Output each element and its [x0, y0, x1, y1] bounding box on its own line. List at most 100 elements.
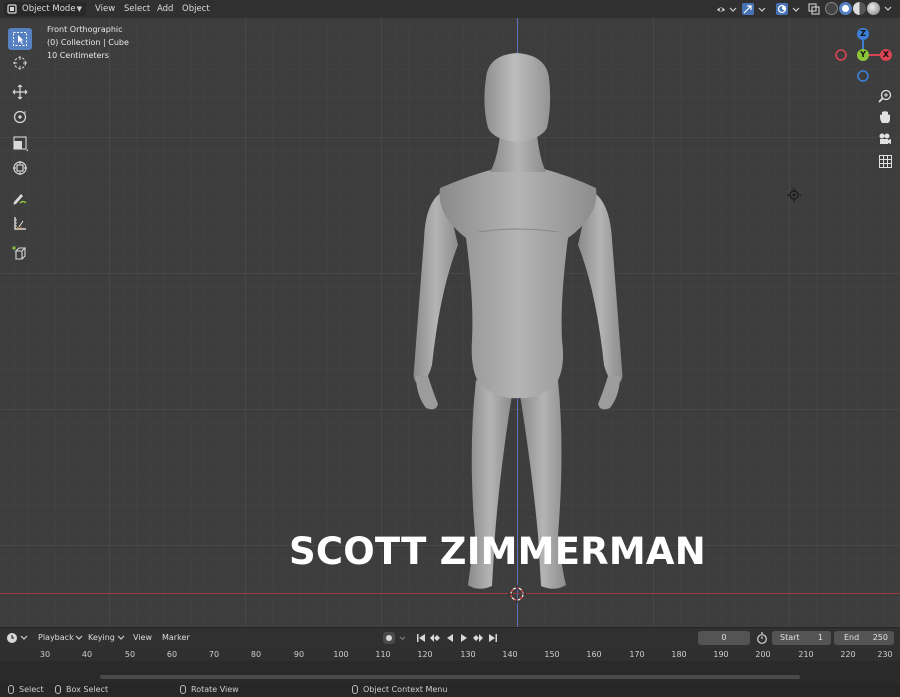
record-button[interactable]	[383, 632, 395, 644]
menu-timeline-view[interactable]: View	[133, 632, 152, 644]
prev-keyframe-button[interactable]	[429, 632, 441, 644]
ruler-tick: 200	[755, 650, 771, 659]
status-select: Select	[8, 684, 44, 696]
gizmo-x-axis[interactable]: X	[880, 49, 892, 61]
grid-scale: 10 Centimeters	[47, 51, 109, 60]
menu-keying[interactable]: Keying	[88, 632, 115, 644]
timeline-header: Playback Keying View Marker 0 Start 1 En…	[0, 627, 900, 648]
mouse-middle-icon	[180, 685, 186, 694]
next-keyframe-icon	[473, 634, 483, 642]
chevron-down-icon	[20, 635, 28, 640]
start-label: Start	[780, 633, 800, 642]
3d-viewport[interactable]: Front Orthographic (0) Collection | Cube…	[0, 18, 900, 627]
ruler-tick: 50	[124, 650, 136, 659]
menu-marker[interactable]: Marker	[162, 632, 190, 644]
ruler-tick: 60	[166, 650, 178, 659]
camera-icon[interactable]	[876, 130, 894, 148]
navigation-gizmo[interactable]: Z Y X	[832, 26, 896, 82]
solid-shading-icon[interactable]	[839, 2, 852, 15]
ruler-tick: 30	[39, 650, 51, 659]
play-reverse-button[interactable]	[444, 632, 456, 644]
menu-view[interactable]: View	[95, 2, 115, 16]
status-rotate-view-label: Rotate View	[191, 685, 239, 694]
overlay-icon[interactable]	[774, 2, 802, 16]
cursor-icon	[13, 56, 27, 70]
move-icon	[12, 84, 28, 100]
light-icon[interactable]	[786, 187, 802, 203]
zoom-icon[interactable]	[876, 87, 894, 105]
measure-icon	[14, 217, 26, 230]
timeline-ruler[interactable]: 30 40 50 60 70 80 90 100 110 120 130 140…	[0, 648, 900, 661]
name-overlay-text: SCOTT ZIMMERMAN	[289, 530, 706, 573]
pan-hand-icon[interactable]	[876, 108, 894, 126]
mouse-left-icon	[8, 685, 14, 694]
shading-options-chevron-icon[interactable]	[882, 2, 894, 16]
status-box-select-label: Box Select	[66, 685, 109, 694]
mouse-drag-icon	[55, 685, 61, 694]
cursor-tool[interactable]	[8, 52, 32, 74]
record-icon	[386, 635, 392, 641]
object-mode-label: Object Mode	[22, 4, 76, 14]
jump-start-button[interactable]	[415, 632, 427, 644]
mouse-right-icon	[352, 685, 358, 694]
status-context-menu-label: Object Context Menu	[363, 685, 448, 694]
status-select-label: Select	[19, 685, 44, 694]
measure-tool[interactable]	[8, 212, 32, 234]
status-bar: Select Box Select Rotate View Object Con…	[0, 683, 900, 697]
rotate-tool[interactable]	[8, 106, 32, 128]
preview-range-stopwatch-icon[interactable]	[756, 632, 768, 644]
current-frame-field[interactable]: 0	[698, 631, 750, 645]
select-box-tool[interactable]	[8, 28, 32, 50]
humanoid-mesh[interactable]	[400, 48, 640, 598]
view-object-types-icon[interactable]	[714, 2, 738, 16]
object-mode-icon	[7, 4, 17, 14]
editor-type-dropdown[interactable]	[6, 631, 30, 645]
gizmo-z-axis[interactable]: Z	[857, 28, 869, 40]
prev-keyframe-icon	[430, 634, 440, 642]
chevron-down-icon: ▼	[76, 5, 82, 13]
timeline-scrollbar[interactable]	[100, 675, 800, 679]
start-value: 1	[817, 633, 823, 642]
transform-icon	[13, 161, 27, 175]
menu-add[interactable]: Add	[157, 2, 173, 16]
jump-end-button[interactable]	[487, 632, 499, 644]
start-frame-field[interactable]: Start 1	[772, 631, 831, 645]
ruler-tick: 220	[840, 650, 856, 659]
move-tool[interactable]	[8, 81, 32, 103]
ruler-tick: 180	[671, 650, 687, 659]
material-shading-icon[interactable]	[853, 2, 866, 15]
chevron-down-icon	[399, 635, 405, 640]
ruler-tick: 210	[798, 650, 814, 659]
rendered-shading-icon[interactable]	[867, 2, 880, 15]
play-reverse-icon	[447, 634, 453, 642]
ruler-tick: 80	[250, 650, 262, 659]
keying-chevron-icon	[117, 635, 125, 640]
clock-icon	[7, 633, 17, 643]
select-box-icon	[13, 32, 27, 46]
keying-set-dropdown[interactable]	[396, 632, 408, 644]
status-box-select: Box Select	[55, 684, 108, 696]
transform-tool[interactable]	[8, 157, 32, 179]
object-mode-dropdown[interactable]: Object Mode ▼	[4, 2, 86, 16]
menu-select[interactable]: Select	[124, 2, 150, 16]
next-keyframe-button[interactable]	[472, 632, 484, 644]
menu-playback[interactable]: Playback	[38, 632, 74, 644]
playback-chevron-icon	[75, 635, 83, 640]
jump-start-icon	[417, 634, 425, 642]
scale-icon	[13, 136, 28, 151]
scale-tool[interactable]	[8, 132, 32, 154]
end-frame-field[interactable]: End 250	[834, 631, 894, 645]
gizmo-y-axis[interactable]: Y	[857, 49, 869, 61]
grid-view-icon[interactable]	[876, 152, 894, 170]
collection-info: (0) Collection | Cube	[47, 38, 129, 47]
menu-object[interactable]: Object	[182, 2, 210, 16]
annotate-tool[interactable]	[8, 187, 32, 209]
wireframe-shading-icon[interactable]	[825, 2, 838, 15]
timeline-body[interactable]	[0, 661, 900, 683]
add-cube-tool[interactable]	[8, 242, 32, 264]
ruler-tick: 90	[293, 650, 305, 659]
play-button[interactable]	[458, 632, 470, 644]
add-cube-icon	[12, 246, 27, 260]
xray-icon[interactable]	[807, 2, 821, 16]
gizmo-icon[interactable]	[740, 2, 768, 16]
